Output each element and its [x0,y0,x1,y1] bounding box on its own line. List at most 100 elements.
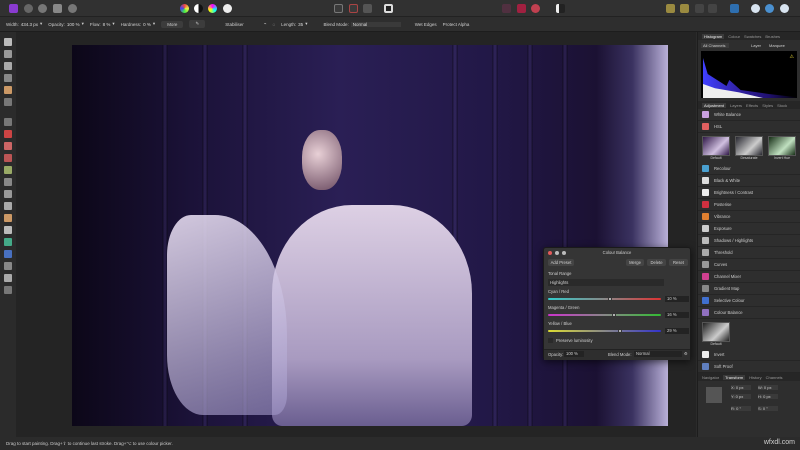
width-field[interactable]: 434.3 px [21,22,38,27]
reset-button[interactable]: Reset [669,259,688,266]
arrange-back-icon[interactable] [680,4,689,13]
fill-tool-icon[interactable] [4,166,12,174]
pixel-tool-icon[interactable] [4,142,12,150]
flow-field[interactable]: 8 % [103,22,111,27]
adjustment-item[interactable]: Selective Colour [698,295,800,307]
studio-tab-channels[interactable]: Channels [766,375,783,380]
liquify-persona-icon[interactable] [24,4,33,13]
studio-tab-layers[interactable]: Layers [730,103,742,108]
zoom-tool-icon[interactable] [4,286,12,294]
h-field[interactable]: H: 0 px [758,394,778,399]
delete-button[interactable]: Delete [647,259,666,266]
adjustment-item[interactable]: White Balance [698,109,800,121]
wet-edges-checkbox[interactable]: Wet Edges [415,22,437,27]
arrange-front-icon[interactable] [695,4,704,13]
adjustment-item[interactable]: Curves [698,259,800,271]
app-persona-photo-icon[interactable] [9,4,18,13]
blend-mode-select[interactable]: Normal [634,351,682,357]
preset-thumbnail[interactable]: Default [701,322,731,346]
yellow-blue-slider[interactable] [548,329,661,333]
adjustment-item[interactable]: Gradient Map [698,283,800,295]
slider-knob[interactable] [611,313,616,317]
protect-alpha-checkbox[interactable]: Protect Alpha [443,22,470,27]
boolean-intersect-icon[interactable] [780,4,789,13]
pen-tool-icon[interactable] [4,262,12,270]
cyan-red-value[interactable]: 10 % [665,296,689,302]
more-button[interactable]: More [161,20,184,28]
slider-knob[interactable] [618,329,623,333]
assistant-icon[interactable] [556,4,565,13]
rope-mode-icon[interactable]: ⌁ [264,21,267,27]
red-eye-tool-icon[interactable] [4,214,12,222]
adjustment-item[interactable]: Colour Balance [698,307,800,319]
preserve-luminosity-checkbox[interactable] [548,338,553,343]
studio-tab-stock[interactable]: Stock [777,103,787,108]
studio-tab-navigator[interactable]: Navigator [702,375,719,380]
adjustment-item[interactable]: Invert [698,349,800,361]
magenta-green-slider[interactable] [548,313,661,317]
record-icon[interactable] [517,4,526,13]
selection-brush-tool-icon[interactable] [4,86,12,94]
preset-thumbnail[interactable]: Desaturate [734,136,764,160]
document-image[interactable] [72,45,668,426]
snapping-icon[interactable] [531,4,540,13]
adjustment-item[interactable]: Soft Proof [698,361,800,373]
auto-white-balance-icon[interactable] [223,4,232,13]
anchor-selector[interactable] [706,387,722,403]
healing-tool-icon[interactable] [4,202,12,210]
erase-brush-tool-icon[interactable] [4,154,12,162]
align-icon[interactable] [730,4,739,13]
view-tool-icon[interactable] [4,50,12,58]
studio-tab-swatches[interactable]: Swatches [744,34,761,39]
stabiliser-checkbox[interactable]: Stabiliser [225,22,244,27]
studio-tab-styles[interactable]: Styles [762,103,773,108]
adjustment-item[interactable]: Shadows / Highlights [698,235,800,247]
cyan-red-slider[interactable] [548,297,661,301]
export-persona-icon[interactable] [68,4,77,13]
blur-tool-icon[interactable] [4,226,12,234]
rotation-field[interactable]: R: 0 ° [731,406,751,411]
flood-select-tool-icon[interactable] [4,118,12,126]
yellow-blue-value[interactable]: 29 % [665,328,689,334]
adjustment-item[interactable]: Threshold [698,247,800,259]
gear-icon[interactable]: ⚙ [684,351,688,356]
quick-mask-icon[interactable] [363,4,372,13]
tonal-range-select[interactable]: Highlights [548,279,664,286]
studio-tab-transform[interactable]: Transform [723,374,746,380]
marquee-tool-icon[interactable] [4,98,12,106]
y-field[interactable]: Y: 0 px [731,394,751,399]
adjustment-item[interactable]: Channel Mixer [698,271,800,283]
studio-tab-histogram[interactable]: Histogram [702,33,725,39]
window-mode-icon[interactable]: ◌ [272,22,275,27]
adjustment-item[interactable]: HSL [698,121,800,133]
develop-persona-icon[interactable] [38,4,47,13]
crop-tool-icon[interactable] [4,74,12,82]
preset-thumbnail[interactable]: Invert Hue [767,136,797,160]
auto-levels-icon[interactable] [180,4,189,13]
adjustment-item[interactable]: Vibrance [698,211,800,223]
paint-brush-tool-icon[interactable] [4,130,12,138]
magenta-green-value[interactable]: 16 % [665,312,689,318]
shape-tool-icon[interactable] [4,250,12,258]
layer-checkbox[interactable]: Layer [751,43,761,48]
length-field[interactable]: 35 [298,22,303,27]
brush-settings-icon[interactable]: ✎ [189,20,206,28]
adjustment-item[interactable]: Exposure [698,223,800,235]
mask-icon[interactable] [502,4,511,13]
marquee-checkbox[interactable]: Marquee [769,43,785,48]
adjustment-item[interactable]: Brightness / Contrast [698,187,800,199]
hardness-field[interactable]: 0 % [143,22,151,27]
channels-select[interactable]: All Channels [701,43,729,48]
shear-field[interactable]: S: 0 ° [758,406,778,411]
view-mode-icon[interactable] [384,4,393,13]
auto-colors-icon[interactable] [208,4,217,13]
auto-contrast-icon[interactable] [194,4,203,13]
w-field[interactable]: W: 0 px [758,385,778,390]
x-field[interactable]: X: 0 px [731,385,751,390]
opacity-field[interactable]: 100 % [564,351,584,357]
gradient-tool-icon[interactable] [4,238,12,246]
adjustment-item[interactable]: Black & White [698,175,800,187]
studio-tab-brushes[interactable]: Brushes [765,34,780,39]
text-tool-icon[interactable] [4,274,12,282]
studio-tab-adjustment[interactable]: Adjustment [702,102,727,108]
